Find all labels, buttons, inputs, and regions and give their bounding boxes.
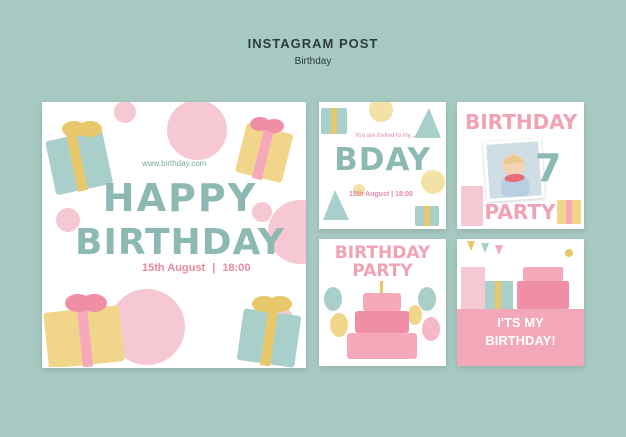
bday-invite: You are invited to my... xyxy=(354,133,416,139)
gift-icon xyxy=(237,296,301,368)
child-photo-icon xyxy=(486,141,542,199)
cake-line1: BIRTHDAY xyxy=(334,243,431,263)
post-card-bday[interactable]: You are invited to my... BDAY 15th Augus… xyxy=(319,102,446,229)
my-line1: I'TS MY xyxy=(497,315,544,330)
gift-icon xyxy=(43,294,125,367)
main-date: 15th August xyxy=(142,262,206,274)
gift-icon xyxy=(235,117,293,183)
photo-number: 7 xyxy=(535,146,562,190)
main-date-time: 15th August | 18:00 xyxy=(142,262,251,274)
cake-line2: PARTY xyxy=(352,261,413,281)
bday-title: BDAY xyxy=(334,142,431,178)
post-card-my-birthday[interactable]: I'TS MY BIRTHDAY! xyxy=(457,239,584,366)
cake-icon xyxy=(324,281,440,359)
bday-date-time: 15th August | 18:00 xyxy=(349,191,413,198)
main-time: 18:00 xyxy=(222,262,251,274)
post-card-main[interactable]: www.birthday.com HAPPY BIRTHDAY 15th Aug… xyxy=(42,102,306,368)
bday-date: 15th August xyxy=(349,191,390,198)
page-subtitle: Birthday xyxy=(294,56,332,67)
page-title: INSTAGRAM POST xyxy=(247,36,379,51)
my-line2: BIRTHDAY! xyxy=(485,333,556,348)
main-happy-text: HAPPY xyxy=(102,176,258,220)
party-decor xyxy=(457,239,584,309)
main-birthday-text: BIRTHDAY xyxy=(75,222,285,263)
post-card-photo[interactable]: BIRTHDAY 7 PARTY xyxy=(457,102,584,229)
post-card-cake[interactable]: BIRTHDAY PARTY xyxy=(319,239,446,366)
photo-line1: BIRTHDAY xyxy=(465,110,578,134)
main-url[interactable]: www.birthday.com xyxy=(142,159,206,168)
bday-time: 18:00 xyxy=(395,191,413,198)
photo-line2: PARTY xyxy=(484,200,556,224)
